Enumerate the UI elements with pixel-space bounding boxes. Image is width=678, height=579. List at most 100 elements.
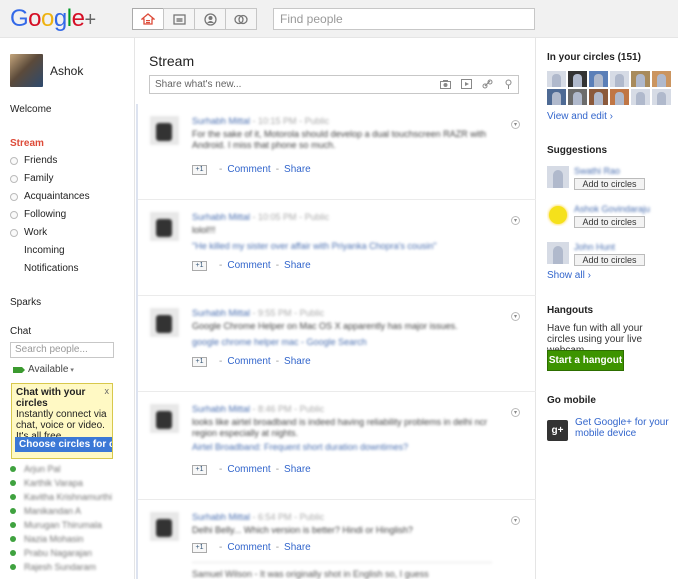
post-options-icon[interactable]: ▾	[511, 216, 520, 225]
avatar[interactable]	[610, 89, 629, 105]
avatar[interactable]	[589, 71, 608, 87]
sidebar-item-following[interactable]: Following	[10, 209, 66, 220]
chat-contact[interactable]: Nazia Mohasin	[10, 532, 112, 545]
sidebar-item-friends[interactable]: Friends	[10, 155, 57, 166]
post-author-avatar[interactable]	[150, 308, 179, 337]
get-mobile-app-link[interactable]: Get Google+ for your mobile device	[575, 417, 671, 439]
sidebar-item-family[interactable]: Family	[10, 173, 53, 184]
post-attached-link[interactable]: Airtel Broadband: Frequent short duratio…	[192, 442, 507, 453]
google-plus-logo[interactable]: Google+	[10, 5, 96, 33]
post-author[interactable]: Surhabh Mittal	[192, 512, 250, 522]
home-button[interactable]	[132, 8, 164, 30]
avatar[interactable]	[631, 71, 650, 87]
profile-link[interactable]: Ashok	[10, 54, 83, 87]
comment-link[interactable]: Comment	[227, 260, 270, 271]
share-link[interactable]: Share	[284, 164, 311, 175]
circles-button[interactable]	[225, 8, 257, 30]
plus-one-button[interactable]: +1	[192, 356, 207, 367]
avatar[interactable]	[652, 71, 671, 87]
share-link[interactable]: Share	[284, 356, 311, 367]
add-to-circles-button[interactable]: Add to circles	[574, 178, 645, 190]
location-icon[interactable]	[503, 79, 514, 89]
avatar[interactable]	[652, 89, 671, 105]
share-link[interactable]: Share	[284, 464, 311, 475]
share-link[interactable]: Share	[284, 260, 311, 271]
avatar[interactable]	[568, 89, 587, 105]
add-to-circles-button[interactable]: Add to circles	[574, 216, 645, 228]
post-author-avatar[interactable]	[150, 212, 179, 241]
chat-contact[interactable]: Karthik Varapa	[10, 476, 112, 489]
chat-search-input[interactable]: Search people...	[10, 342, 114, 358]
post-attached-link[interactable]: google chrome helper mac - Google Search	[192, 337, 507, 348]
chat-contact[interactable]: Manikandan A	[10, 504, 112, 517]
availability-dropdown[interactable]: Available ▾	[13, 364, 74, 375]
chat-contact[interactable]: Kavitha Krishnamurthi	[10, 490, 112, 503]
sidebar-item-incoming[interactable]: Incoming	[24, 245, 65, 256]
post-author-avatar[interactable]	[150, 116, 179, 145]
chat-contact[interactable]: Prabu Nagarajan	[10, 546, 112, 559]
sidebar-item-work[interactable]: Work	[10, 227, 47, 238]
comment-link[interactable]: Comment	[227, 464, 270, 475]
chat-contacts-list: Arjun Pal Karthik Varapa Kavitha Krishna…	[10, 462, 112, 574]
post-author[interactable]: Surhabh Mittal	[192, 404, 250, 414]
profile-button[interactable]	[194, 8, 226, 30]
chat-contact[interactable]: Murugan Thirumala	[10, 518, 112, 531]
share-placeholder: Share what's new...	[155, 79, 242, 90]
post-time[interactable]: 9:55 PM	[258, 308, 292, 318]
link-icon[interactable]	[482, 79, 493, 89]
find-people-input[interactable]: Find people	[273, 8, 535, 30]
separator: -	[275, 260, 280, 271]
avatar[interactable]	[547, 242, 569, 264]
show-all-link[interactable]: Show all ›	[547, 270, 591, 281]
suggestion-name[interactable]: Swathi Rao	[574, 166, 645, 176]
share-link[interactable]: Share	[284, 542, 311, 553]
view-and-edit-link[interactable]: View and edit ›	[547, 111, 613, 122]
post-time[interactable]: 6:54 PM	[258, 512, 292, 522]
post-author[interactable]: Surhabh Mittal	[192, 308, 250, 318]
avatar[interactable]	[547, 89, 566, 105]
plus-one-button[interactable]: +1	[192, 260, 207, 271]
post-author[interactable]: Surhabh Mittal	[192, 116, 250, 126]
avatar[interactable]	[589, 89, 608, 105]
avatar[interactable]	[547, 204, 569, 226]
post-time[interactable]: 8:46 PM	[258, 404, 292, 414]
sidebar-item-notifications[interactable]: Notifications	[24, 263, 78, 274]
post-options-icon[interactable]: ▾	[511, 312, 520, 321]
suggestion-name[interactable]: Ashok Govindaraju	[574, 204, 650, 214]
plus-one-button[interactable]: +1	[192, 542, 207, 553]
sidebar-item-stream[interactable]: Stream	[10, 138, 44, 149]
suggestion-name[interactable]: John Hunt	[574, 242, 645, 252]
avatar[interactable]	[610, 71, 629, 87]
comment-link[interactable]: Comment	[227, 164, 270, 175]
avatar[interactable]	[568, 71, 587, 87]
post-options-icon[interactable]: ▾	[511, 408, 520, 417]
comment-link[interactable]: Comment	[227, 356, 270, 367]
post-options-icon[interactable]: ▾	[511, 120, 520, 129]
plus-one-button[interactable]: +1	[192, 464, 207, 475]
sidebar-item-sparks[interactable]: Sparks	[10, 297, 41, 308]
add-to-circles-button[interactable]: Add to circles	[574, 254, 645, 266]
camera-icon[interactable]	[440, 79, 451, 89]
comment-link[interactable]: Comment	[227, 542, 270, 553]
post-time[interactable]: 10:15 PM	[258, 116, 297, 126]
post-author-avatar[interactable]	[150, 404, 179, 433]
chat-contact[interactable]: Arjun Pal	[10, 462, 112, 475]
avatar[interactable]	[631, 89, 650, 105]
share-input[interactable]: Share what's new...	[149, 75, 519, 94]
start-hangout-button[interactable]: Start a hangout	[547, 350, 624, 371]
post-author-avatar[interactable]	[150, 512, 179, 541]
sidebar-item-welcome[interactable]: Welcome	[10, 104, 52, 115]
chat-contact[interactable]: Rajesh Sundaram	[10, 560, 112, 573]
video-icon[interactable]	[461, 79, 472, 89]
close-icon[interactable]: x	[105, 386, 110, 397]
post-attached-link[interactable]: "He killed my sister over affair with Pr…	[192, 241, 507, 252]
sidebar-item-acquaintances[interactable]: Acquaintances	[10, 191, 90, 202]
photos-button[interactable]	[163, 8, 195, 30]
post-time[interactable]: 10:05 PM	[258, 212, 297, 222]
avatar[interactable]	[547, 166, 569, 188]
choose-circles-button[interactable]: Choose circles for c	[15, 437, 112, 452]
plus-one-button[interactable]: +1	[192, 164, 207, 175]
post-options-icon[interactable]: ▾	[511, 516, 520, 525]
avatar[interactable]	[547, 71, 566, 87]
post-author[interactable]: Surhabh Mittal	[192, 212, 250, 222]
